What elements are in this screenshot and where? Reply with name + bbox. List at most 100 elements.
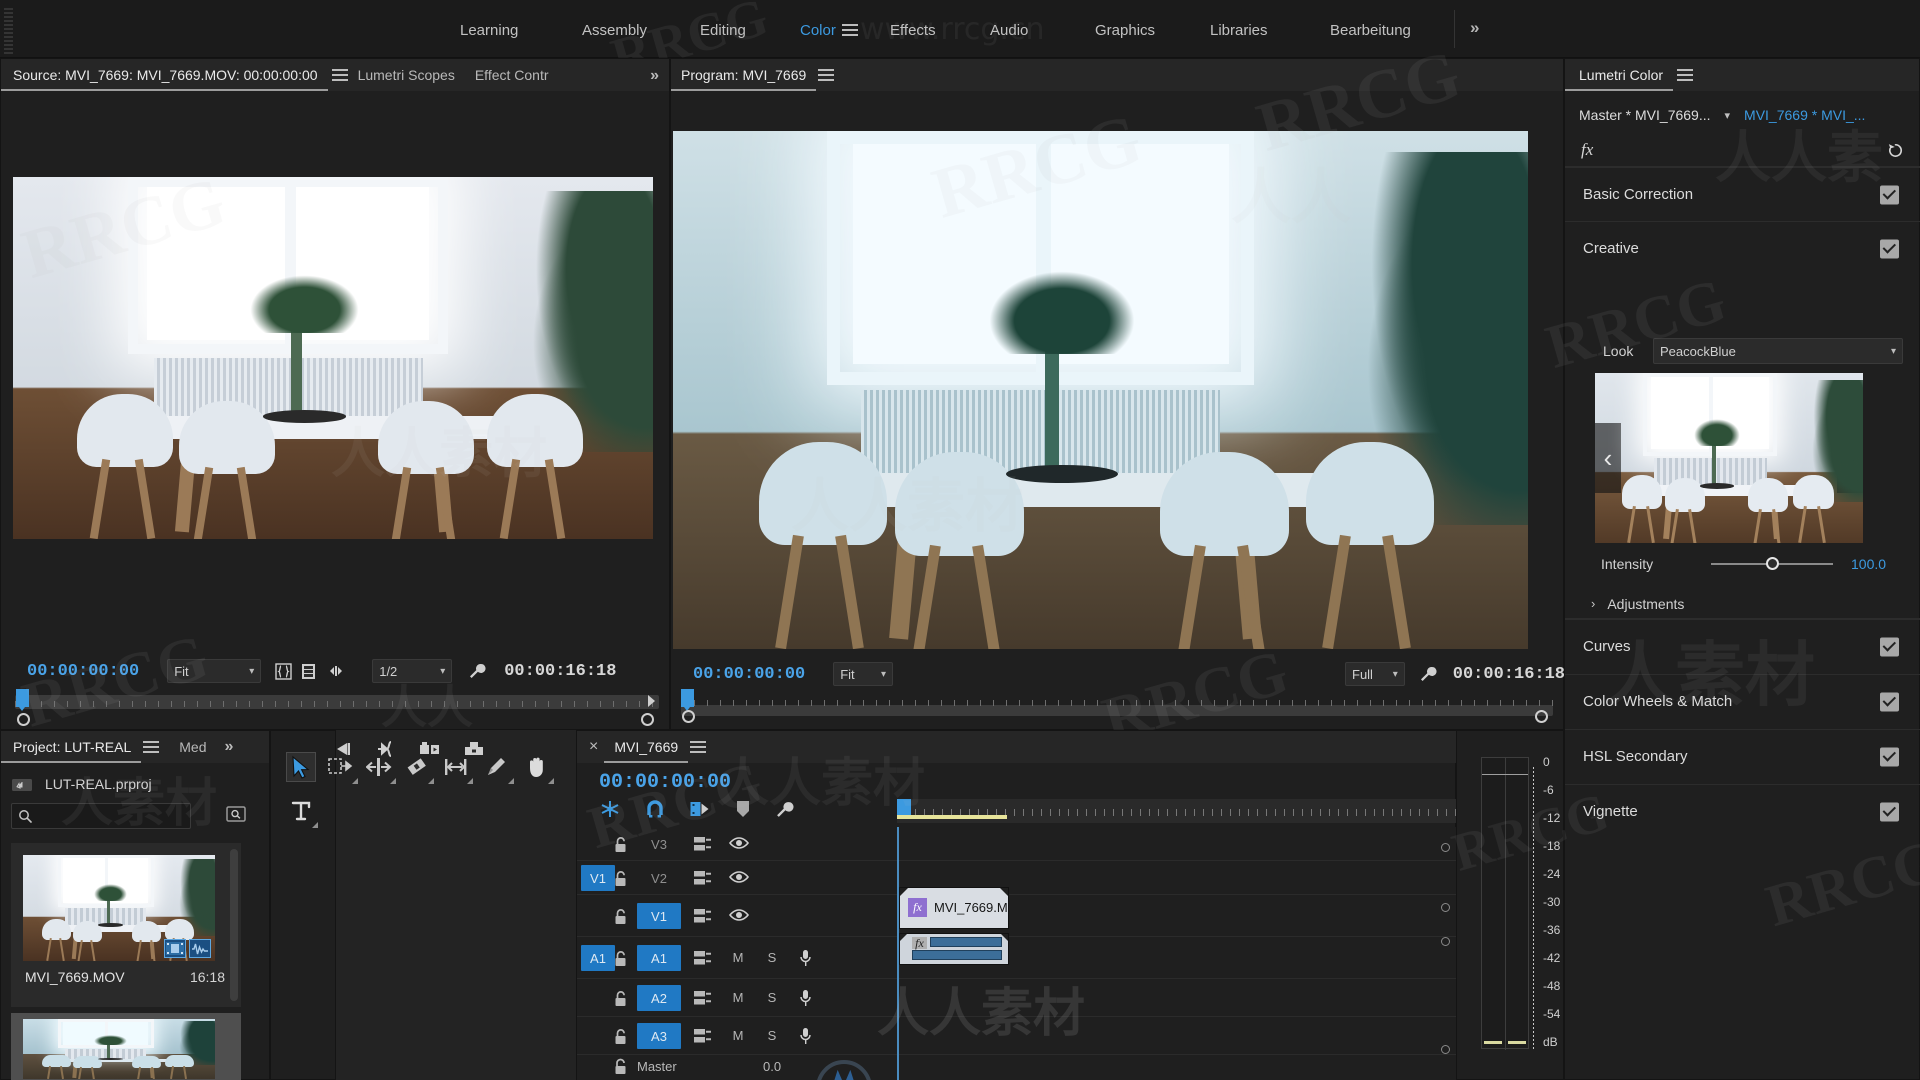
parent-folder-icon[interactable]	[11, 776, 33, 792]
lumetri-panel-menu-icon[interactable]	[1677, 69, 1694, 81]
settings-wrench-icon[interactable]	[468, 662, 486, 680]
project-item-thumbnail[interactable]	[23, 855, 215, 961]
source-out-point-handle[interactable]	[641, 713, 654, 726]
tab-project[interactable]: Project: LUT-REAL	[1, 731, 141, 763]
settings-wrench-icon[interactable]	[1419, 665, 1437, 683]
workspace-tab-graphics[interactable]: Graphics	[1085, 18, 1165, 43]
source-scrubber[interactable]	[15, 689, 659, 731]
timeline-track-row[interactable]: V3	[577, 827, 1457, 861]
snap-icon[interactable]	[645, 799, 665, 819]
track-visibility-eye-icon[interactable]	[729, 836, 749, 855]
workspace-tab-learning[interactable]: Learning	[450, 18, 528, 43]
track-sync-lock-icon[interactable]	[693, 908, 713, 929]
audio-meter-channels[interactable]	[1481, 757, 1529, 1050]
track-mute-button[interactable]: M	[729, 1028, 747, 1043]
timeline-panel-menu-icon[interactable]	[690, 741, 707, 753]
project-item-card[interactable]	[11, 1013, 241, 1080]
track-keyframe-handle[interactable]	[1441, 843, 1450, 852]
timeline-track-row[interactable]: Master 0.0	[577, 1055, 1457, 1080]
track-solo-button[interactable]: S	[763, 1028, 781, 1043]
track-lock-icon[interactable]	[613, 870, 628, 892]
project-search-input[interactable]	[38, 808, 178, 824]
track-visibility-eye-icon[interactable]	[729, 908, 749, 927]
vignette-checkbox[interactable]	[1880, 802, 1899, 821]
tab-lumetri-color[interactable]: Lumetri Color	[1565, 59, 1673, 91]
select-zoom-level-icon[interactable]	[275, 662, 292, 680]
source-panel-menu-icon[interactable]	[331, 69, 348, 81]
workspace-menu-icon[interactable]	[842, 24, 858, 36]
source-resolution-dropdown[interactable]: 1/2 ▾	[372, 659, 453, 683]
program-quality-dropdown[interactable]: Full ▾	[1345, 662, 1405, 686]
program-scrubber[interactable]	[681, 689, 1553, 731]
razor-tool[interactable]	[402, 752, 434, 784]
tab-media-browser[interactable]: Med	[169, 731, 216, 763]
pen-tool[interactable]	[482, 752, 514, 784]
tab-lumetri-scopes[interactable]: Lumetri Scopes	[348, 59, 465, 91]
timeline-clip-video[interactable]: fx MVI_7669.MO	[899, 887, 1009, 929]
track-record-mic-icon[interactable]	[799, 949, 812, 972]
track-record-mic-icon[interactable]	[799, 1027, 812, 1050]
track-lock-icon[interactable]	[613, 836, 628, 858]
lumetri-section-hsl-secondary[interactable]: HSL Secondary	[1565, 729, 1920, 783]
track-header-A3[interactable]: A3	[637, 1023, 681, 1049]
track-header-V3[interactable]: V3	[637, 831, 681, 857]
track-solo-button[interactable]: S	[763, 950, 781, 965]
fx-icon[interactable]: fx	[1581, 140, 1593, 160]
project-scrollbar[interactable]	[230, 849, 238, 1001]
tab-program[interactable]: Program: MVI_7669	[671, 59, 816, 91]
project-search-box[interactable]	[11, 803, 191, 829]
intensity-value[interactable]: 100.0	[1851, 556, 1886, 572]
program-current-time[interactable]: 00:00:00:00	[693, 665, 805, 684]
workspace-tab-effects[interactable]: Effects	[880, 18, 946, 43]
track-sync-lock-icon[interactable]	[693, 870, 713, 891]
timeline-clip-audio[interactable]: fx	[899, 933, 1009, 965]
workspace-overflow-button[interactable]: »	[1470, 18, 1479, 38]
source-video-image[interactable]	[13, 177, 653, 539]
chevron-down-icon[interactable]: ▾	[1725, 109, 1731, 122]
linked-selection-icon[interactable]	[689, 799, 711, 819]
clip-fx-badge[interactable]: fx	[908, 898, 927, 917]
track-lock-icon[interactable]	[613, 908, 628, 930]
track-lock-icon[interactable]	[613, 950, 628, 972]
source-current-time[interactable]: 00:00:00:00	[27, 662, 139, 681]
track-sync-lock-icon[interactable]	[693, 990, 713, 1011]
lumetri-section-curves[interactable]: Curves	[1565, 619, 1920, 673]
track-keyframe-handle[interactable]	[1441, 1045, 1450, 1054]
timeline-track-row[interactable]: V1	[577, 895, 1457, 937]
lumetri-section-color-wheels[interactable]: Color Wheels & Match	[1565, 674, 1920, 728]
track-header-V1[interactable]: V1	[637, 903, 681, 929]
look-dropdown[interactable]: PeacockBlue ▾	[1653, 338, 1903, 364]
track-visibility-eye-icon[interactable]	[729, 870, 749, 889]
workspace-tab-color[interactable]: Color	[790, 18, 846, 43]
track-record-mic-icon[interactable]	[799, 989, 812, 1012]
workspace-tab-bearbeitung[interactable]: Bearbeitung	[1320, 18, 1421, 43]
track-source-patch-A1[interactable]: A1	[581, 945, 615, 971]
source-playhead[interactable]	[16, 689, 29, 711]
workspace-tab-audio[interactable]: Audio	[980, 18, 1038, 43]
workspace-tab-editing[interactable]: Editing	[690, 18, 756, 43]
look-preview-thumbnail[interactable]: ‹ ›	[1595, 373, 1863, 543]
slip-tool[interactable]	[441, 752, 473, 784]
lumetri-section-vignette[interactable]: Vignette	[1565, 784, 1920, 838]
track-mute-button[interactable]: M	[729, 950, 747, 965]
track-lock-icon[interactable]	[613, 1028, 628, 1050]
type-tool[interactable]	[286, 796, 318, 828]
source-in-point-handle[interactable]	[17, 713, 30, 726]
close-icon[interactable]: ×	[589, 738, 598, 756]
track-lock-icon[interactable]	[613, 990, 628, 1012]
source-tabs-overflow[interactable]: »	[650, 67, 659, 85]
track-mute-button[interactable]: M	[729, 990, 747, 1005]
basic-correction-checkbox[interactable]	[1880, 185, 1899, 204]
chevron-right-icon[interactable]: ›	[1591, 596, 1595, 611]
track-sync-lock-icon[interactable]	[693, 836, 713, 857]
creative-checkbox[interactable]	[1880, 239, 1899, 258]
work-area-bar[interactable]	[897, 815, 1007, 819]
tab-source[interactable]: Source: MVI_7669: MVI_7669.MOV: 00:00:00…	[1, 59, 328, 91]
intensity-slider-knob[interactable]	[1765, 557, 1779, 570]
program-playhead[interactable]	[681, 689, 694, 711]
timeline-ruler[interactable]	[897, 799, 1457, 823]
timeline-track-row[interactable]: V1 V2	[577, 861, 1457, 895]
ripple-edit-tool[interactable]	[364, 752, 396, 784]
intensity-slider[interactable]	[1711, 557, 1833, 571]
lumetri-section-basic-correction[interactable]: Basic Correction	[1565, 167, 1920, 221]
